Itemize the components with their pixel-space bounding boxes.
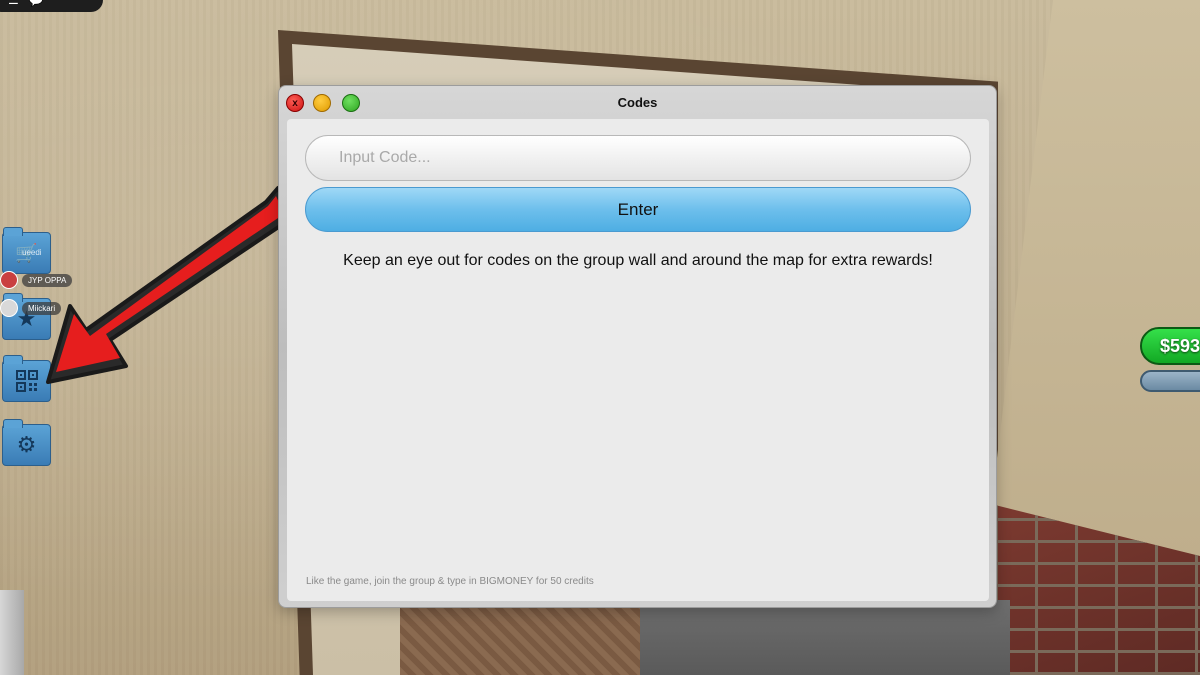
money-progress-bar bbox=[1140, 370, 1200, 392]
settings-button[interactable]: ⚙ bbox=[2, 419, 51, 466]
floor-plate bbox=[400, 605, 640, 675]
shop-label: ueedi bbox=[22, 248, 42, 257]
menu-icon[interactable]: ☰ bbox=[8, 0, 19, 7]
gear-icon: ⚙ bbox=[16, 432, 37, 457]
pillar bbox=[0, 590, 24, 675]
player-avatar bbox=[0, 299, 18, 317]
qr-code-icon bbox=[15, 370, 38, 392]
top-menu-bar[interactable]: ☰ 💬 bbox=[0, 0, 103, 12]
red-arrow-icon bbox=[46, 186, 294, 384]
codes-info-text: Keep an eye out for codes on the group w… bbox=[343, 252, 933, 269]
enter-button[interactable]: Enter bbox=[305, 187, 971, 232]
money-amount: $593 bbox=[1160, 335, 1200, 356]
code-input[interactable] bbox=[305, 135, 971, 181]
window-title: Codes bbox=[617, 95, 658, 110]
money-badge: $593 bbox=[1140, 327, 1200, 365]
codes-panel: Enter Keep an eye out for codes on the g… bbox=[287, 119, 989, 601]
codes-window: x Codes Enter Keep an eye out for codes … bbox=[278, 85, 997, 608]
chat-icon[interactable]: 💬 bbox=[29, 0, 44, 7]
codes-footer-hint: Like the game, join the group & type in … bbox=[306, 576, 594, 587]
player-avatar bbox=[0, 271, 18, 289]
